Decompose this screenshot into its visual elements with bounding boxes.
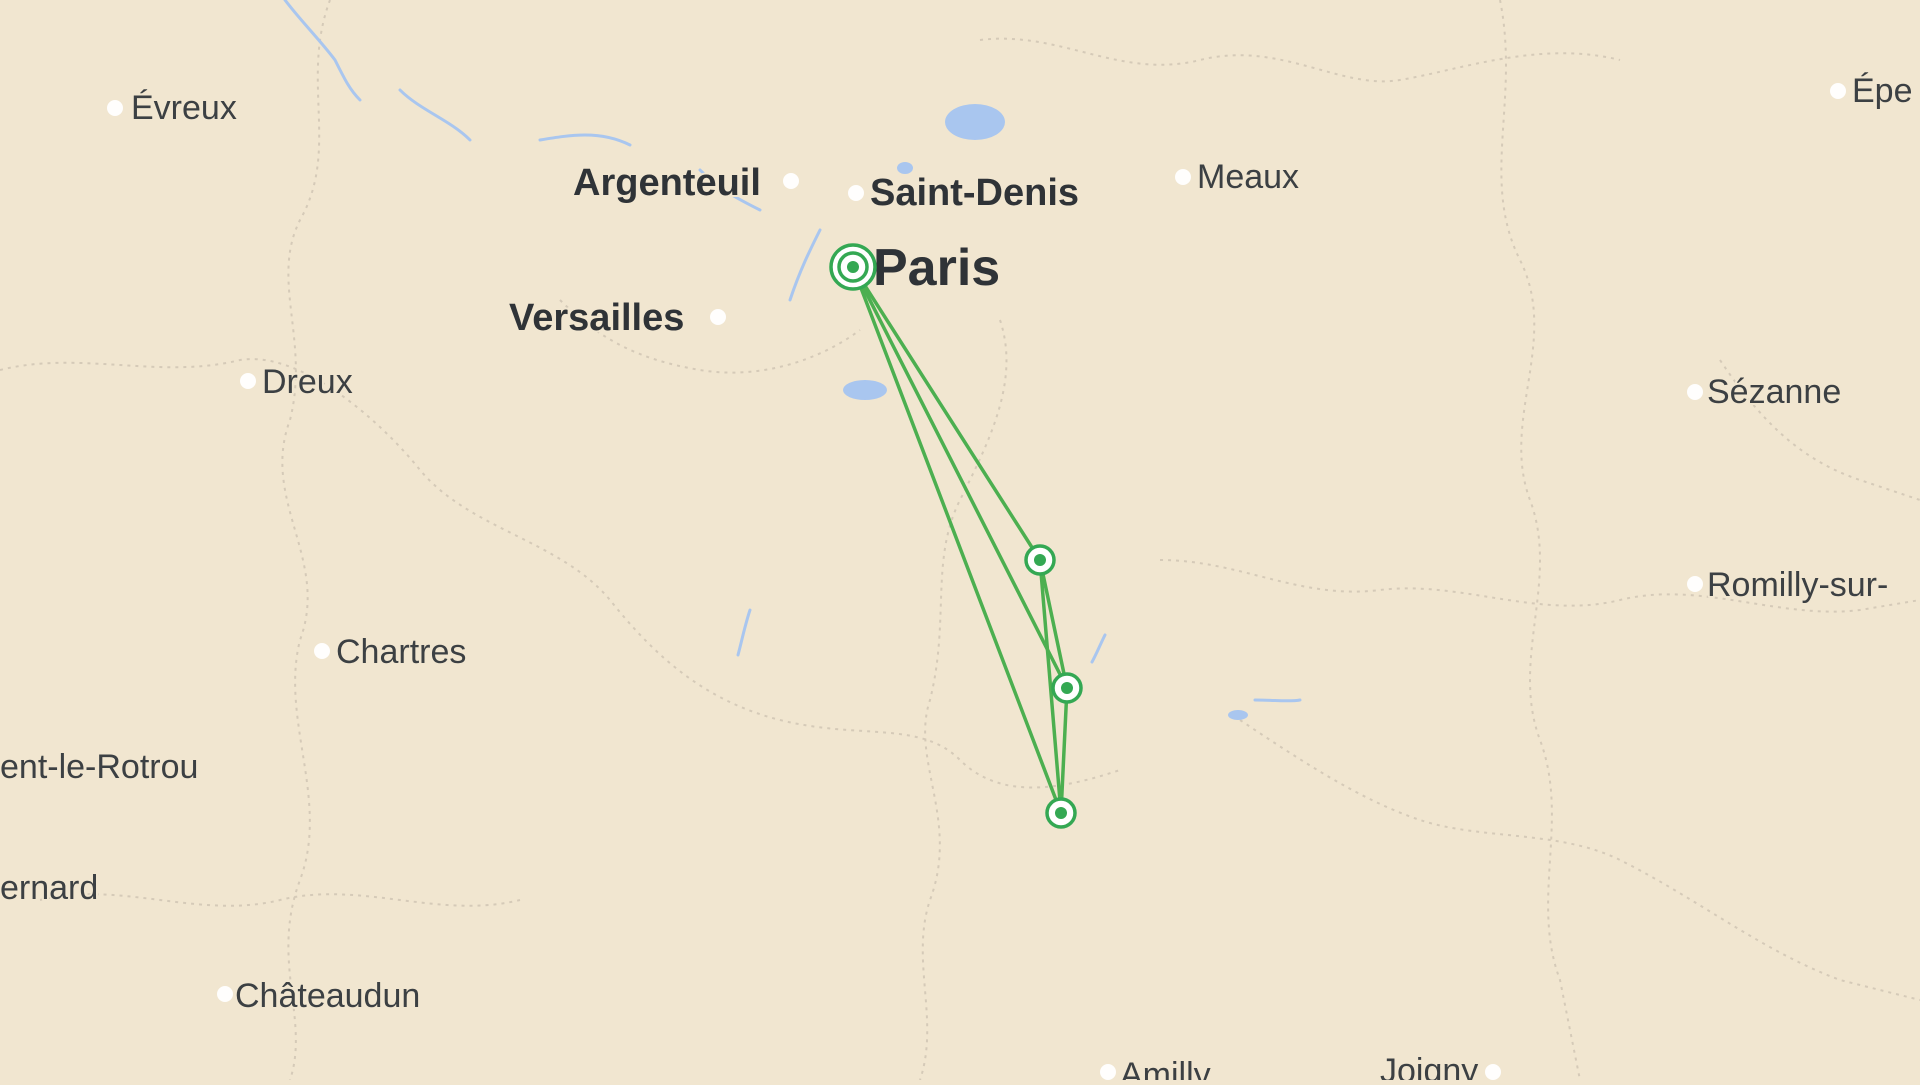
city-label-joigny: Joigny: [1380, 1052, 1478, 1080]
city-dot-sezanne: [1687, 384, 1703, 400]
city-label-versailles: Versailles: [509, 297, 684, 339]
city-dot-epernay: [1830, 83, 1846, 99]
route-stop-1[interactable]: [1024, 544, 1056, 576]
city-label-romilly: Romilly-sur-: [1707, 566, 1888, 604]
city-label-paris: Paris: [873, 239, 1000, 297]
route-stop-2[interactable]: [1051, 672, 1083, 704]
city-label-nogent: ent-le-Rotrou: [0, 748, 198, 786]
city-dot-joigny: [1485, 1064, 1501, 1080]
city-label-sezanne: Sézanne: [1707, 373, 1841, 411]
city-label-meaux: Meaux: [1197, 158, 1299, 196]
city-label-chateaudun: Châteaudun: [235, 977, 420, 1015]
city-label-bernard: ernard: [0, 869, 98, 907]
city-label-saint-denis: Saint-Denis: [870, 172, 1079, 214]
city-dot-dreux: [240, 373, 256, 389]
land-background: [0, 0, 1920, 1080]
city-label-evreux: Évreux: [131, 89, 237, 127]
city-dot-argenteuil: [783, 173, 799, 189]
map-svg: Évreux Argenteuil Saint-Denis Meaux Épe …: [0, 0, 1920, 1085]
city-label-dreux: Dreux: [262, 363, 353, 401]
city-dot-chartres: [314, 643, 330, 659]
city-dot-versailles: [710, 309, 726, 325]
route-stop-origin-paris[interactable]: [829, 243, 877, 291]
city-dot-amilly: [1100, 1064, 1116, 1080]
city-label-argenteuil: Argenteuil: [573, 162, 761, 204]
city-dot-evreux: [107, 100, 123, 116]
city-label-epernay: Épe: [1852, 72, 1913, 110]
route-stop-3[interactable]: [1045, 797, 1077, 829]
city-label-chartres: Chartres: [336, 633, 466, 671]
map-canvas[interactable]: Évreux Argenteuil Saint-Denis Meaux Épe …: [0, 0, 1920, 1085]
city-label-amilly: Amilly: [1120, 1056, 1211, 1080]
city-dot-saint-denis: [848, 185, 864, 201]
city-dot-romilly: [1687, 576, 1703, 592]
city-dot-meaux: [1175, 169, 1191, 185]
city-dot-chateaudun: [217, 986, 233, 1002]
